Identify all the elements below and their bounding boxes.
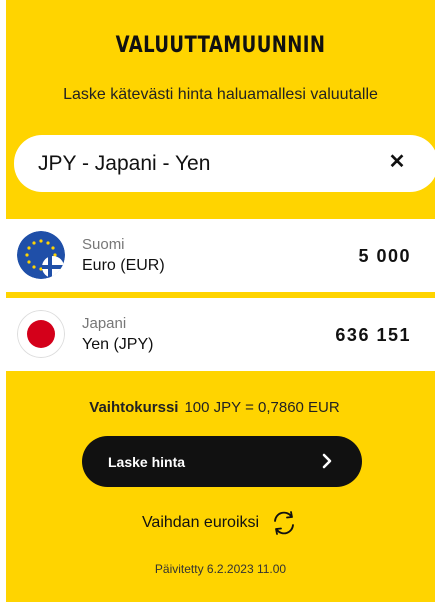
eu-finland-flag-icon <box>17 231 65 279</box>
updated-timestamp: Päivitetty 6.2.2023 11.00 <box>154 562 287 576</box>
swap-arrows-icon <box>274 511 294 535</box>
exchange-rate: Vaihtokurssi 100 JPY = 0,7860 EUR <box>0 399 429 416</box>
currency-row-jpy[interactable]: Japani Yen (JPY) 636 151 <box>6 298 435 371</box>
jpy-amount[interactable]: 636 151 <box>335 325 411 346</box>
currency-search[interactable]: ✕ <box>14 135 435 192</box>
currency-row-eur[interactable]: Suomi Euro (EUR) 5 000 <box>6 219 435 292</box>
row-country: Suomi <box>82 236 125 253</box>
exchange-rate-label: Vaihtokurssi <box>89 399 179 416</box>
page-title: VALUUTTAMUUNNIN <box>115 33 326 58</box>
swap-currency-label: Vaihdan euroiksi <box>141 514 260 531</box>
exchange-rate-value: 100 JPY = 0,7860 EUR <box>184 399 340 416</box>
eur-amount[interactable]: 5 000 <box>358 246 411 267</box>
row-currency: Euro (EUR) <box>82 257 165 274</box>
row-currency: Yen (JPY) <box>82 336 154 353</box>
calculate-price-button[interactable]: Laske hinta <box>82 436 362 487</box>
swap-currency-link[interactable]: Vaihdan euroiksi <box>6 508 435 538</box>
chevron-right-icon <box>322 453 332 469</box>
close-icon[interactable]: ✕ <box>386 151 408 173</box>
row-country: Japani <box>82 315 127 332</box>
page-subtitle: Laske kätevästi hinta haluamallesi valuu… <box>63 86 378 103</box>
japan-flag-icon <box>17 310 65 358</box>
calculate-price-label: Laske hinta <box>108 453 186 470</box>
currency-search-input[interactable] <box>38 151 378 176</box>
